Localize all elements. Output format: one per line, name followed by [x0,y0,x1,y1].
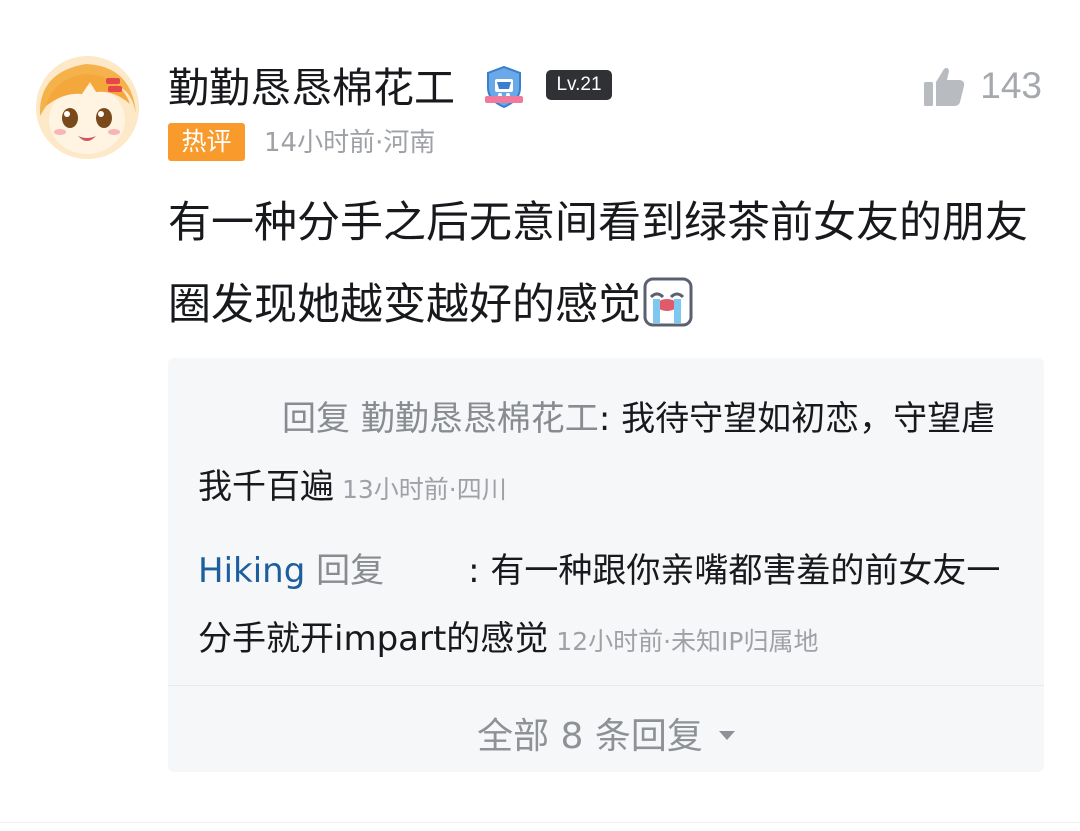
like-button[interactable]: 143 [922,62,1042,110]
user-avatar[interactable] [36,56,139,159]
view-all-replies-button[interactable]: 全部 8 条回复 [168,694,1044,772]
hot-comment-badge: 热评 [168,123,245,161]
replies-divider [168,685,1044,686]
comment-text: 有一种分手之后无意间看到绿茶前女友的朋友圈发现她越变越好的感觉 [168,198,1028,330]
bottom-divider [0,822,1080,823]
comment-meta: 14小时前·河南 [264,128,436,158]
comment-username[interactable]: 勤勤恳恳棉花工 [168,63,455,113]
view-all-label: 全部 8 条回复 [477,716,703,757]
like-count: 143 [980,65,1042,106]
reply-meta: 12小时前·未知IP归属地 [556,627,819,656]
thumbs-up-icon [924,67,965,106]
reply-meta: 13小时前·四川 [342,475,507,504]
replies-panel: 回复 勤勤恳恳棉花工: 我待守望如初恋，守望虐我千百遍 13小时前·四川 Hiki… [168,358,1044,772]
reply-item[interactable]: 回复 勤勤恳恳棉花工: 我待守望如初恋，守望虐我千百遍 13小时前·四川 [198,385,1016,524]
comment-content: 有一种分手之后无意间看到绿茶前女友的朋友圈发现她越变越好的感觉 [168,182,1048,346]
reply-action-label: 回复 [316,551,385,591]
reply-username[interactable]: Hiking [198,551,305,591]
reply-item[interactable]: Hiking 回复: 有一种跟你亲嘴都害羞的前女友一分手就开impart的感觉 1… [198,537,1016,676]
reply-to-label: 回复 勤勤恳恳棉花工 [282,399,599,439]
caret-down-icon [718,730,735,740]
crying-face-emoji-icon [643,277,693,327]
level-badge: Lv.21 [546,70,612,100]
vip-badge-icon [481,64,527,110]
